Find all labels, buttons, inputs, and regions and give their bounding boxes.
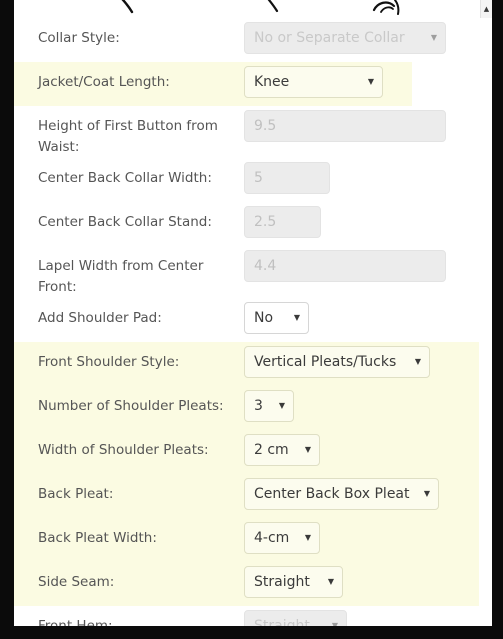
label-side-seam: Side Seam: — [38, 574, 115, 590]
vertical-scrollbar[interactable]: ▲ — [480, 0, 492, 626]
value-add-shoulder-pad: No — [254, 310, 274, 326]
value-center-back-collar-stand: 2.5 — [254, 214, 277, 230]
label-front-shoulder-style: Front Shoulder Style: — [38, 354, 180, 370]
form-row-lapel-width-from-center-front: Lapel Width from Center Front: 4.4 — [14, 246, 479, 298]
form-row-front-hem: Front Hem: Straight ▼ — [14, 606, 479, 626]
value-center-back-collar-width: 5 — [254, 170, 263, 186]
control-wrap-lapel-width-from-center-front: 4.4 — [244, 246, 446, 290]
form-row-back-pleat: Back Pleat: Center Back Box Pleat ▼ — [14, 474, 479, 518]
control-wrap-front-shoulder-style: Vertical Pleats/Tucks ▼ — [244, 342, 430, 386]
select-back-pleat-width[interactable]: 4-cm ▼ — [244, 522, 320, 554]
control-wrap-width-of-shoulder-pleats: 2 cm ▼ — [244, 430, 320, 474]
control-wrap-back-pleat: Center Back Box Pleat ▼ — [244, 474, 439, 518]
chevron-down-icon: ▼ — [423, 489, 430, 498]
chevron-down-icon: ▼ — [367, 77, 374, 86]
value-front-hem: Straight — [254, 618, 310, 626]
screenshot-frame: ▲ Collar Style: No or Separate Collar ▼ Jac… — [0, 0, 503, 639]
label-back-pleat-width: Back Pleat Width: — [38, 530, 157, 546]
scrollbar-up-arrow-button[interactable]: ▲ — [480, 0, 492, 18]
triangle-up-icon: ▲ — [483, 4, 490, 13]
control-wrap-height-of-first-button-from-waist: 9.5 — [244, 106, 446, 150]
value-back-pleat-width: 4-cm — [254, 530, 290, 546]
select-collar-style: No or Separate Collar ▼ — [244, 22, 446, 54]
value-number-of-shoulder-pleats: 3 — [254, 398, 263, 414]
form-row-height-of-first-button-from-waist: Height of First Button from Waist: 9.5 — [14, 106, 479, 158]
select-front-hem: Straight ▼ — [244, 610, 347, 626]
control-wrap-jacket-coat-length: Knee ▼ — [244, 62, 383, 106]
label-center-back-collar-stand: Center Back Collar Stand: — [38, 214, 212, 230]
value-side-seam: Straight — [254, 574, 310, 590]
form-row-center-back-collar-stand: Center Back Collar Stand: 2.5 — [14, 202, 479, 246]
label-width-of-shoulder-pleats: Width of Shoulder Pleats: — [38, 442, 209, 458]
value-front-shoulder-style: Vertical Pleats/Tucks — [254, 354, 397, 370]
value-back-pleat: Center Back Box Pleat — [254, 486, 410, 502]
form-row-collar-style: Collar Style: No or Separate Collar ▼ — [14, 18, 479, 62]
value-collar-style: No or Separate Collar — [254, 30, 405, 46]
control-wrap-collar-style: No or Separate Collar ▼ — [244, 18, 446, 62]
label-lapel-width-from-center-front: Lapel Width from Center Front: — [38, 258, 204, 295]
form-row-center-back-collar-width: Center Back Collar Width: 5 — [14, 158, 479, 202]
form-row-front-shoulder-style: Front Shoulder Style: Vertical Pleats/Tuc… — [14, 342, 479, 386]
input-height-of-first-button-from-waist: 9.5 — [244, 110, 446, 142]
chevron-down-icon: ▼ — [278, 401, 285, 410]
value-lapel-width-from-center-front: 4.4 — [254, 258, 277, 274]
control-wrap-side-seam: Straight ▼ — [244, 562, 343, 606]
value-jacket-coat-length: Knee — [254, 74, 290, 90]
form-row-jacket-coat-length: Jacket/Coat Length: Knee ▼ — [14, 62, 479, 106]
control-wrap-center-back-collar-width: 5 — [244, 158, 330, 202]
control-wrap-front-hem: Straight ▼ — [244, 606, 347, 626]
chevron-down-icon: ▼ — [430, 33, 437, 42]
options-form: Collar Style: No or Separate Collar ▼ Jacke… — [14, 18, 479, 626]
select-width-of-shoulder-pleats[interactable]: 2 cm ▼ — [244, 434, 320, 466]
label-collar-style: Collar Style: — [38, 30, 120, 46]
chevron-down-icon: ▼ — [293, 313, 300, 322]
select-number-of-shoulder-pleats[interactable]: 3 ▼ — [244, 390, 294, 422]
control-wrap-add-shoulder-pad: No ▼ — [244, 298, 309, 342]
label-center-back-collar-width: Center Back Collar Width: — [38, 170, 212, 186]
label-number-of-shoulder-pleats: Number of Shoulder Pleats: — [38, 398, 224, 414]
control-wrap-back-pleat-width: 4-cm ▼ — [244, 518, 320, 562]
label-add-shoulder-pad: Add Shoulder Pad: — [38, 310, 162, 326]
value-height-of-first-button-from-waist: 9.5 — [254, 118, 277, 134]
select-jacket-coat-length[interactable]: Knee ▼ — [244, 66, 383, 98]
select-back-pleat[interactable]: Center Back Box Pleat ▼ — [244, 478, 439, 510]
chevron-down-icon: ▼ — [327, 577, 334, 586]
chevron-down-icon: ▼ — [414, 357, 421, 366]
chevron-down-icon: ▼ — [304, 445, 311, 454]
form-row-side-seam: Side Seam: Straight ▼ — [14, 562, 479, 606]
control-wrap-center-back-collar-stand: 2.5 — [244, 202, 321, 246]
label-back-pleat: Back Pleat: — [38, 486, 114, 502]
label-jacket-coat-length: Jacket/Coat Length: — [38, 74, 170, 90]
input-center-back-collar-width: 5 — [244, 162, 330, 194]
control-wrap-number-of-shoulder-pleats: 3 ▼ — [244, 386, 294, 430]
chevron-down-icon: ▼ — [331, 621, 338, 627]
chevron-down-icon: ▼ — [304, 533, 311, 542]
label-front-hem: Front Hem: — [38, 618, 113, 626]
select-front-shoulder-style[interactable]: Vertical Pleats/Tucks ▼ — [244, 346, 430, 378]
dialog-page: ▲ Collar Style: No or Separate Collar ▼ Jac… — [14, 0, 492, 626]
form-row-number-of-shoulder-pleats: Number of Shoulder Pleats: 3 ▼ — [14, 386, 479, 430]
input-lapel-width-from-center-front: 4.4 — [244, 250, 446, 282]
select-add-shoulder-pad[interactable]: No ▼ — [244, 302, 309, 334]
label-height-of-first-button-from-waist: Height of First Button from Waist: — [38, 118, 218, 155]
form-row-add-shoulder-pad: Add Shoulder Pad: No ▼ — [14, 298, 479, 342]
select-side-seam[interactable]: Straight ▼ — [244, 566, 343, 598]
form-row-back-pleat-width: Back Pleat Width: 4-cm ▼ — [14, 518, 479, 562]
form-row-width-of-shoulder-pleats: Width of Shoulder Pleats: 2 cm ▼ — [14, 430, 479, 474]
value-width-of-shoulder-pleats: 2 cm — [254, 442, 289, 458]
input-center-back-collar-stand: 2.5 — [244, 206, 321, 238]
